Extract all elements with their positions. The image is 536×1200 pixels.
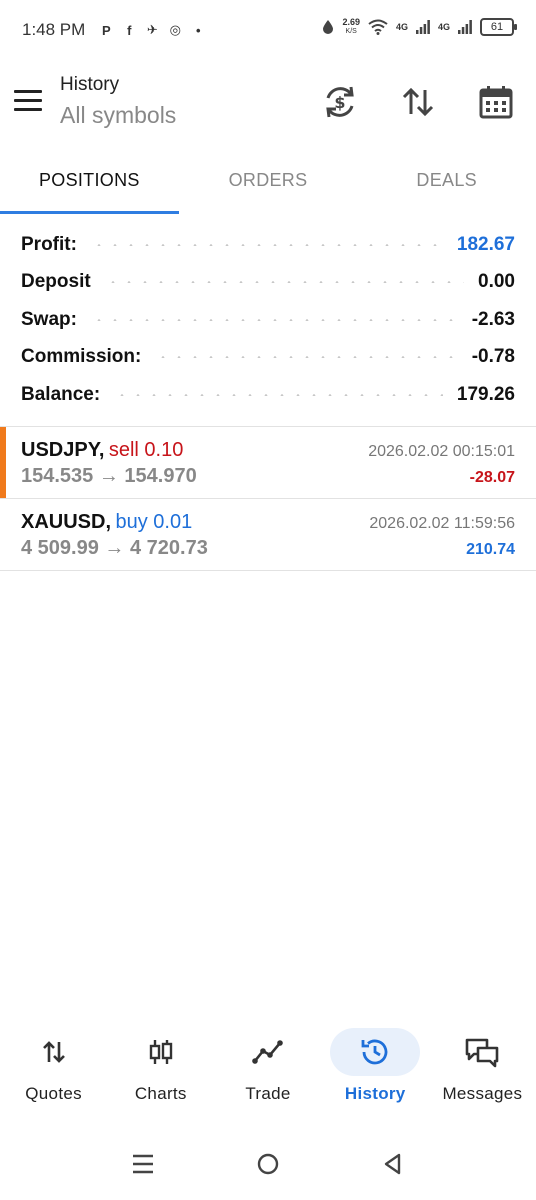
candlestick-icon	[149, 1040, 172, 1064]
sort-button[interactable]	[398, 82, 438, 122]
summary-label: Commission:	[21, 346, 142, 368]
tab-orders[interactable]: ORDERS	[179, 150, 358, 214]
home-circle-icon	[257, 1153, 279, 1175]
dotted-leader	[90, 318, 458, 321]
summary-row-profit: Profit: 182.67	[0, 226, 536, 264]
history-clock-icon	[361, 1039, 388, 1065]
instagram-icon: ◎	[169, 22, 181, 37]
summary-value: 0.00	[478, 271, 515, 293]
deal-profit: -28.07	[469, 469, 515, 486]
calendar-button[interactable]	[476, 82, 516, 122]
nav-label: Messages	[442, 1084, 523, 1103]
back-triangle-icon	[385, 1153, 401, 1175]
net-speed-unit: K/S	[345, 28, 357, 35]
app-actions: $	[320, 82, 516, 122]
deal-symbol: USDJPY,	[21, 439, 105, 461]
summary-row-balance: Balance: 179.26	[0, 376, 536, 414]
summary-row-swap: Swap: -2.63	[0, 301, 536, 339]
summary-label: Balance:	[21, 383, 101, 405]
title-block[interactable]: History All symbols	[60, 74, 176, 129]
deal-time: 2026.02.02 00:15:01	[368, 443, 515, 460]
summary-value: -0.78	[471, 346, 515, 368]
recent-apps-icon	[132, 1154, 153, 1174]
status-time: 1:48 PM	[22, 20, 86, 39]
facebook-icon: f	[127, 22, 132, 38]
signal-1-label: 4G	[395, 22, 408, 32]
positions-list: USDJPY, sell 0.10 2026.02.02 00:15:01 15…	[0, 426, 536, 571]
battery-icon: 61	[480, 18, 517, 36]
svg-text:$: $	[334, 93, 345, 112]
chat-bubbles-icon	[466, 1038, 499, 1068]
deal-type: sell 0.10	[108, 439, 184, 461]
trade-line-icon	[252, 1040, 283, 1064]
nav-label: History	[344, 1084, 406, 1103]
status-bar: 1:48 PM P f ✈ ◎ • 2.69 K/S 4G 4G 61	[0, 0, 536, 60]
list-item[interactable]: USDJPY, sell 0.10 2026.02.02 00:15:01 15…	[0, 427, 536, 499]
sort-icon	[402, 87, 434, 117]
dotted-leader	[114, 393, 443, 396]
bottom-nav: Quotes Charts Trade History Messages	[0, 1020, 536, 1120]
wifi-icon	[368, 19, 388, 35]
calendar-icon	[479, 86, 513, 119]
deal-prices: 154.535 → 154.970	[21, 465, 197, 487]
battery-level: 61	[490, 21, 504, 33]
menu-button[interactable]	[14, 84, 46, 116]
net-speed: 2.69 K/S	[342, 18, 360, 36]
notification-p-icon: P	[101, 22, 111, 38]
summary-row-commission: Commission: -0.78	[0, 339, 536, 377]
summary-value: 182.67	[456, 233, 515, 255]
summary-label: Swap:	[21, 308, 77, 330]
symbol-filter[interactable]: All symbols	[60, 102, 176, 129]
sell-accent-bar	[0, 427, 6, 498]
deal-prices: 4 509.99 → 4 720.73	[21, 537, 208, 559]
page-title: History	[60, 74, 120, 95]
currency-sync-button[interactable]: $	[320, 82, 360, 122]
nav-trade[interactable]: Trade	[214, 1020, 321, 1120]
signal-2-icon	[458, 20, 472, 34]
list-item[interactable]: XAUUSD, buy 0.01 2026.02.02 11:59:56 4 5…	[0, 499, 536, 571]
nav-label: Quotes	[25, 1084, 82, 1103]
nav-charts[interactable]: Charts	[107, 1020, 214, 1120]
telegram-icon: ✈	[146, 22, 158, 37]
back-button[interactable]	[373, 1144, 413, 1184]
dotted-leader	[90, 243, 443, 246]
more-notifications-icon: •	[196, 22, 201, 38]
tab-positions[interactable]: POSITIONS	[0, 150, 179, 214]
deal-type: buy 0.01	[115, 511, 193, 533]
data-saver-icon	[323, 20, 334, 34]
summary-value: 179.26	[456, 383, 515, 405]
signal-2-label: 4G	[437, 22, 450, 32]
hamburger-icon	[14, 89, 42, 93]
nav-history[interactable]: History	[322, 1020, 429, 1120]
nav-label: Trade	[245, 1084, 291, 1103]
summary-label: Deposit	[21, 271, 91, 293]
tab-bar: POSITIONS ORDERS DEALS	[0, 150, 536, 214]
summary-panel: Profit: 182.67 Deposit 0.00 Swap: -2.63 …	[0, 226, 536, 414]
deal-profit: 210.74	[466, 541, 515, 558]
system-nav-bar	[0, 1132, 536, 1196]
nav-messages[interactable]: Messages	[429, 1020, 536, 1120]
deal-symbol: XAUUSD,	[21, 511, 112, 533]
nav-label: Charts	[134, 1084, 187, 1103]
net-speed-value: 2.69	[342, 17, 360, 27]
dotted-leader	[104, 281, 465, 284]
deal-time: 2026.02.02 11:59:56	[369, 515, 515, 532]
summary-row-deposit: Deposit 0.00	[0, 264, 536, 302]
tab-deals[interactable]: DEALS	[357, 150, 536, 214]
home-button[interactable]	[248, 1144, 288, 1184]
notification-icons: P f ✈ ◎ •	[99, 22, 205, 38]
nav-quotes[interactable]: Quotes	[0, 1020, 107, 1120]
status-right: 2.69 K/S 4G 4G 61	[322, 18, 517, 36]
currency-sync-icon: $	[326, 86, 354, 118]
dotted-leader	[155, 356, 458, 359]
app-bar: History All symbols $	[0, 60, 536, 144]
summary-value: -2.63	[471, 308, 515, 330]
signal-1-icon	[415, 20, 430, 34]
quotes-arrows-icon	[42, 1041, 65, 1063]
recent-apps-button[interactable]	[123, 1144, 163, 1184]
summary-label: Profit:	[21, 233, 77, 255]
